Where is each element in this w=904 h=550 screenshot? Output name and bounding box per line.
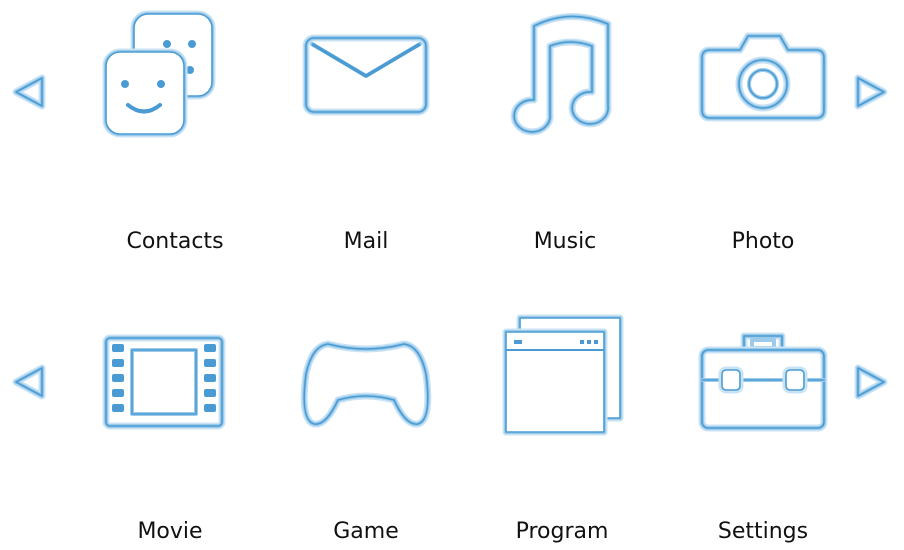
contacts-icon[interactable]	[100, 8, 230, 138]
row1-prev-arrow[interactable]	[8, 72, 50, 112]
row1-next-arrow[interactable]	[850, 72, 892, 112]
film-icon[interactable]	[100, 332, 228, 432]
contacts-label[interactable]: Contacts	[95, 228, 255, 256]
gamepad-icon[interactable]	[298, 334, 434, 434]
program-label[interactable]: Program	[482, 518, 642, 546]
movie-label[interactable]: Movie	[90, 518, 250, 546]
window-icon[interactable]	[498, 312, 628, 438]
photo-label[interactable]: Photo	[683, 228, 843, 256]
music-label[interactable]: Music	[485, 228, 645, 256]
toolbox-icon[interactable]	[696, 326, 830, 436]
row2-next-arrow[interactable]	[850, 362, 892, 402]
settings-label[interactable]: Settings	[683, 518, 843, 546]
game-label[interactable]: Game	[286, 518, 446, 546]
camera-icon[interactable]	[696, 26, 830, 126]
music-icon[interactable]	[500, 6, 628, 140]
mail-label[interactable]: Mail	[286, 228, 446, 256]
mail-icon[interactable]	[300, 30, 432, 120]
row2-prev-arrow[interactable]	[8, 362, 50, 402]
